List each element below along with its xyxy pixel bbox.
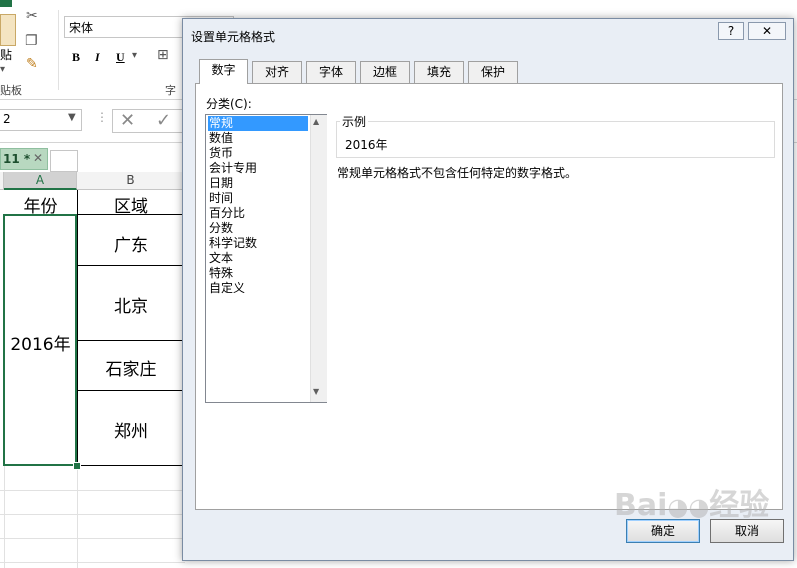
gridline: [0, 514, 185, 515]
paste-icon[interactable]: [0, 14, 16, 46]
category-item-scientific[interactable]: 科学记数: [208, 236, 308, 251]
sheet-tab-label: 11 *: [3, 152, 31, 166]
scroll-down-arrow-icon[interactable]: ▼: [313, 387, 319, 396]
tab-font[interactable]: 字体: [306, 61, 356, 83]
tab-protection[interactable]: 保护: [468, 61, 518, 83]
borders-icon[interactable]: ⊞: [157, 47, 169, 63]
format-description: 常规单元格格式不包含任何特定的数字格式。: [337, 166, 578, 180]
name-box-dropdown-icon[interactable]: ▼: [68, 112, 76, 123]
gridline: [0, 538, 185, 539]
region-cell[interactable]: 石家庄: [77, 355, 185, 380]
dialog-close-button[interactable]: ✕: [748, 22, 786, 40]
ok-button[interactable]: 确定: [626, 519, 700, 543]
table-border: [77, 265, 185, 266]
selection-border: [3, 214, 77, 466]
sample-legend: 示例: [340, 113, 369, 130]
paste-label[interactable]: 贴: [0, 46, 12, 63]
category-item-date[interactable]: 日期: [208, 176, 308, 191]
tab-number[interactable]: 数字: [199, 59, 248, 84]
italic-button[interactable]: I: [95, 50, 100, 65]
gridline: [77, 466, 78, 568]
category-item-currency[interactable]: 货币: [208, 146, 308, 161]
underline-dropdown-icon[interactable]: ▾: [132, 50, 137, 61]
category-item-custom[interactable]: 自定义: [208, 281, 308, 296]
table-border: [77, 340, 185, 341]
gridline: [0, 490, 185, 491]
scroll-up-arrow-icon[interactable]: ▲: [313, 117, 319, 126]
sample-groupbox: [336, 121, 775, 158]
copy-icon[interactable]: ❐: [25, 33, 38, 49]
paste-dropdown-icon[interactable]: ▾: [0, 64, 5, 75]
new-sheet-box[interactable]: [50, 150, 78, 172]
tab-border[interactable]: 边框: [360, 61, 410, 83]
group-separator: [58, 10, 59, 90]
underline-button[interactable]: U: [116, 50, 125, 65]
category-item-percentage[interactable]: 百分比: [208, 206, 308, 221]
gridline: [0, 562, 185, 563]
fill-handle[interactable]: [73, 462, 81, 470]
category-item-general[interactable]: 常规: [208, 116, 308, 131]
dialog-title: 设置单元格格式: [191, 30, 276, 44]
format-painter-icon[interactable]: ✎: [26, 56, 38, 72]
category-scrollbar[interactable]: [310, 115, 327, 402]
column-header-b[interactable]: B: [77, 172, 185, 190]
font-group-label: 字: [165, 84, 176, 97]
confirm-entry-icon[interactable]: ✓: [156, 110, 171, 131]
category-item-text[interactable]: 文本: [208, 251, 308, 266]
bold-button[interactable]: B: [72, 50, 80, 65]
formula-bar-grip-icon: ⋮: [96, 110, 108, 124]
tab-fill[interactable]: 填充: [414, 61, 464, 83]
category-item-fraction[interactable]: 分数: [208, 221, 308, 236]
column-header-a[interactable]: A: [4, 172, 77, 190]
table-border: [77, 390, 185, 391]
cancel-button[interactable]: 取消: [710, 519, 784, 543]
category-label: 分类(C):: [206, 97, 252, 111]
region-cell[interactable]: 北京: [77, 292, 185, 317]
category-item-accounting[interactable]: 会计专用: [208, 161, 308, 176]
tab-alignment[interactable]: 对齐: [252, 61, 302, 83]
clipboard-group-label: 贴板: [0, 84, 22, 97]
cancel-entry-icon[interactable]: ✕: [120, 110, 135, 131]
file-tab[interactable]: [0, 0, 12, 7]
sample-value: 2016年: [345, 138, 388, 152]
gridline: [4, 466, 5, 568]
category-item-number[interactable]: 数值: [208, 131, 308, 146]
category-item-special[interactable]: 特殊: [208, 266, 308, 281]
help-button[interactable]: ?: [718, 22, 744, 40]
cut-icon[interactable]: ✂: [26, 8, 38, 24]
region-cell[interactable]: 郑州: [77, 417, 185, 442]
category-item-time[interactable]: 时间: [208, 191, 308, 206]
close-icon[interactable]: ✕: [33, 151, 43, 165]
region-cell[interactable]: 广东: [77, 231, 185, 256]
header-cell-region[interactable]: 区域: [77, 192, 185, 217]
watermark-logo: Bai◕◕经验: [614, 488, 770, 523]
